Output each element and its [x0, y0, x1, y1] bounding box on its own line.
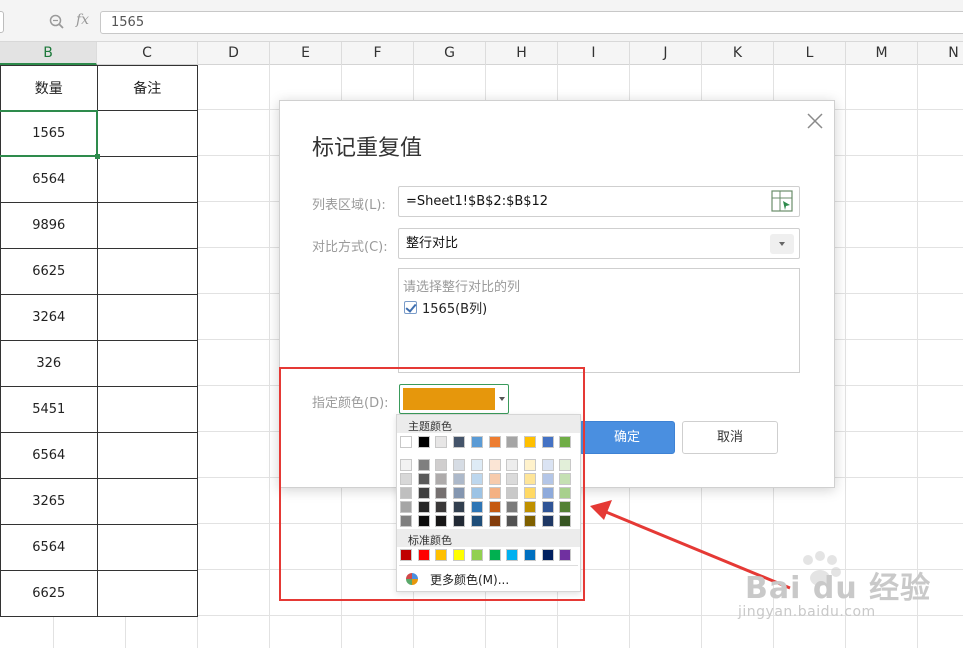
table-cell[interactable]: 3264	[0, 294, 98, 341]
table-cell[interactable]	[96, 202, 199, 249]
table-row: 3265	[0, 478, 199, 525]
formula-input[interactable]: 1565	[100, 11, 963, 34]
data-table: 数量 备注 1565 6564 9896 6625 3264 326 5451 …	[0, 65, 199, 617]
table-row: 6625	[0, 248, 199, 295]
table-cell[interactable]	[96, 294, 199, 341]
column-header-i[interactable]: I	[558, 42, 630, 65]
column-header-h[interactable]: H	[486, 42, 558, 65]
table-row: 326	[0, 340, 199, 387]
formula-bar: fx 1565	[0, 0, 963, 42]
compare-mode-select[interactable]: 整行对比	[398, 228, 800, 259]
table-row: 5451	[0, 386, 199, 433]
zoom-icon[interactable]	[48, 13, 66, 31]
table-cell[interactable]: 6625	[0, 248, 98, 295]
range-select-icon[interactable]	[771, 190, 793, 212]
table-cell[interactable]: 5451	[0, 386, 98, 433]
table-cell[interactable]	[96, 432, 199, 479]
column-header-c[interactable]: C	[97, 42, 198, 65]
table-cell[interactable]: 6564	[0, 432, 98, 479]
table-cell[interactable]: 备注	[96, 65, 199, 111]
table-cell[interactable]	[96, 570, 199, 617]
table-cell[interactable]: 1565	[0, 110, 98, 157]
highlight-box	[279, 367, 585, 601]
table-cell[interactable]: 数量	[0, 65, 98, 111]
compare-mode-label: 对比方式(C):	[312, 240, 388, 255]
column-header-l[interactable]: L	[774, 42, 846, 65]
watermark-url: jingyan.baidu.com	[738, 604, 876, 620]
range-label: 列表区域(L):	[312, 198, 386, 213]
column-header-g[interactable]: G	[414, 42, 486, 65]
table-cell[interactable]	[96, 524, 199, 571]
watermark-brand: Bai du 经验	[745, 571, 932, 606]
column-header-j[interactable]: J	[630, 42, 702, 65]
table-cell[interactable]	[96, 478, 199, 525]
table-row: 6564	[0, 156, 199, 203]
table-cell[interactable]: 6564	[0, 156, 98, 203]
table-row: 6564	[0, 432, 199, 479]
table-cell[interactable]	[96, 386, 199, 433]
column-list-title: 请选择整行对比的列	[403, 280, 521, 295]
column-header-b[interactable]: B	[0, 42, 97, 65]
table-row: 数量 备注	[0, 65, 199, 111]
column-header-d[interactable]: D	[198, 42, 270, 65]
spreadsheet-app: fx 1565 B C D E F G H I J K L M N 数量 备注 …	[0, 0, 963, 648]
table-cell[interactable]: 6564	[0, 524, 98, 571]
column-header-n[interactable]: N	[918, 42, 963, 65]
name-box[interactable]	[0, 11, 4, 33]
column-checkbox-label[interactable]: 1565(B列)	[422, 298, 487, 317]
table-row: 6564	[0, 524, 199, 571]
table-cell[interactable]	[96, 340, 199, 387]
table-cell[interactable]	[96, 248, 199, 295]
table-cell[interactable]: 6625	[0, 570, 98, 617]
column-header-f[interactable]: F	[342, 42, 414, 65]
chevron-down-icon[interactable]	[770, 234, 794, 254]
table-cell[interactable]: 326	[0, 340, 98, 387]
close-icon[interactable]	[806, 112, 824, 130]
checkbox-icon[interactable]	[404, 301, 417, 314]
cancel-button[interactable]: 取消	[682, 421, 778, 454]
table-cell[interactable]	[96, 156, 199, 203]
table-row: 9896	[0, 202, 199, 249]
table-cell[interactable]: 9896	[0, 202, 98, 249]
table-row: 1565	[0, 110, 199, 157]
table-row: 3264	[0, 294, 199, 341]
column-header-m[interactable]: M	[846, 42, 918, 65]
column-header-e[interactable]: E	[270, 42, 342, 65]
table-row: 6625	[0, 570, 199, 617]
column-header-k[interactable]: K	[702, 42, 774, 65]
table-cell[interactable]	[96, 110, 199, 157]
dialog-title: 标记重复值	[312, 136, 423, 161]
range-input[interactable]: =Sheet1!$B$2:$B$12	[398, 186, 800, 217]
fx-icon[interactable]: fx	[76, 12, 89, 28]
table-cell[interactable]: 3265	[0, 478, 98, 525]
column-header: B C D E F G H I J K L M N	[0, 42, 963, 65]
ok-button[interactable]: 确定	[579, 421, 675, 454]
